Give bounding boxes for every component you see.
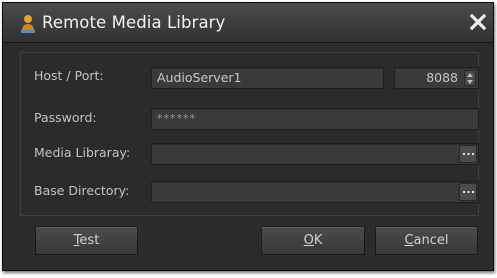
port-spin-buttons[interactable] [464,70,476,86]
chevron-up-icon[interactable] [467,73,473,77]
window-title: Remote Media Library [42,13,226,32]
ellipsis-icon [463,153,474,155]
remote-media-library-dialog: Remote Media Library Host / Port: AudioS… [2,2,494,271]
title-bar[interactable]: Remote Media Library [3,3,493,43]
ellipsis-icon [463,191,474,193]
media-library-label: Media Libraray: [34,145,131,160]
port-value: 8088 [426,70,458,85]
user-speaker-icon [20,14,36,34]
base-directory-browse-button[interactable] [459,183,477,201]
cancel-button[interactable]: Cancel [375,226,478,255]
settings-panel: Host / Port: AudioServer1 8088 Password:… [20,52,479,216]
ok-button[interactable]: OK [261,226,365,255]
base-directory-input[interactable] [151,181,479,203]
base-directory-label: Base Directory: [34,183,130,198]
media-library-browse-button[interactable] [459,145,477,163]
password-field[interactable]: ****** [151,108,479,130]
media-library-input[interactable] [151,143,479,165]
host-port-label: Host / Port: [34,68,104,83]
close-icon[interactable] [469,13,487,31]
password-label: Password: [34,110,97,125]
chevron-down-icon[interactable] [467,80,473,84]
port-stepper[interactable]: 8088 [394,67,479,89]
test-button[interactable]: Test [35,226,138,255]
host-input[interactable]: AudioServer1 [151,67,384,89]
